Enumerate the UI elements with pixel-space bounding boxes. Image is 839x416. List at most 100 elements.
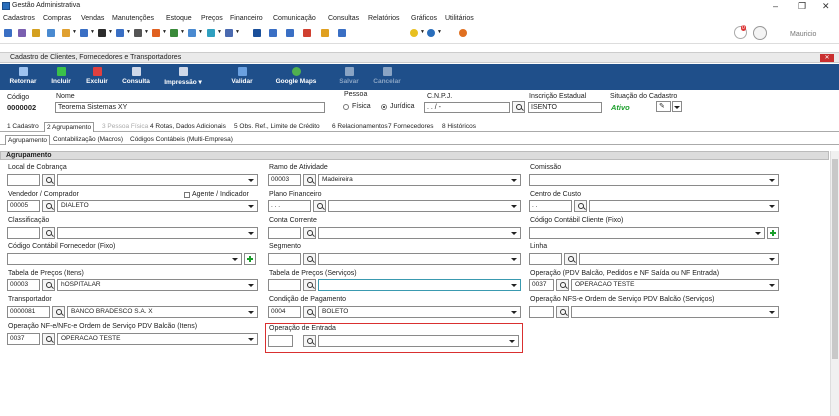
menu-precos[interactable]: Preços — [201, 15, 223, 22]
local-cobranca-code[interactable] — [7, 174, 40, 186]
ramo-atividade-select[interactable]: Madeireira — [318, 174, 521, 186]
operacao-pdv-search-icon[interactable] — [556, 279, 569, 291]
transportador-search-icon[interactable] — [52, 306, 65, 318]
chevron-down-icon[interactable]: ▼ — [162, 29, 167, 35]
local-cobranca-select[interactable] — [57, 174, 258, 186]
help-icon[interactable] — [427, 29, 435, 37]
subtab-codigos-contabeis[interactable]: Códigos Contábeis (Multi-Empresa) — [128, 135, 235, 145]
vendedor-select[interactable]: DIALETO — [57, 200, 258, 212]
tabela-itens-code[interactable]: 00003 — [7, 279, 40, 291]
conta-corrente-code[interactable] — [268, 227, 301, 239]
tabela-servicos-search-icon[interactable] — [303, 279, 316, 291]
chevron-down-icon[interactable]: ▼ — [180, 29, 185, 35]
chevron-down-icon[interactable]: ▼ — [217, 29, 222, 35]
excluir-button[interactable]: Excluir — [82, 67, 112, 89]
menu-relatorios[interactable]: Relatórios — [368, 15, 400, 22]
situacao-dropdown[interactable] — [672, 101, 682, 112]
operacao-nfse-code[interactable] — [529, 306, 554, 318]
cnpj-input[interactable]: . . / - — [424, 102, 510, 113]
transportador-select[interactable]: BANCO BRADESCO S.A. X — [67, 306, 258, 318]
tabela-servicos-select[interactable] — [318, 279, 521, 291]
tab-pessoa-fisica[interactable]: 3 Pessoa Física — [100, 122, 150, 132]
print-icon[interactable] — [134, 29, 142, 37]
ramo-atividade-search-icon[interactable] — [303, 174, 316, 186]
chevron-down-icon[interactable]: ▼ — [72, 29, 77, 35]
minimize-icon[interactable]: – — [773, 1, 778, 11]
star-icon[interactable] — [410, 29, 418, 37]
vendedor-search-icon[interactable] — [42, 200, 55, 212]
consulta-button[interactable]: Consulta — [118, 67, 154, 89]
chevron-down-icon[interactable]: ▼ — [437, 29, 442, 35]
conta-corrente-select[interactable] — [318, 227, 521, 239]
chevron-down-icon[interactable]: ▼ — [235, 29, 240, 35]
chevron-down-icon[interactable]: ▼ — [108, 29, 113, 35]
avatar[interactable] — [753, 26, 767, 40]
window-close-button[interactable]: ✕ — [820, 54, 834, 62]
linha-select[interactable] — [579, 253, 779, 265]
condicao-pagamento-select[interactable]: BOLETO — [318, 306, 521, 318]
subtab-agrupamento[interactable]: Agrupamento — [5, 135, 51, 145]
validar-button[interactable]: Validar — [227, 67, 257, 89]
chat-icon[interactable] — [188, 29, 196, 37]
info-icon[interactable] — [338, 29, 346, 37]
tab-historicos[interactable]: 8 Históricos — [440, 122, 478, 132]
classificacao-select[interactable] — [57, 227, 258, 239]
chevron-down-icon[interactable]: ▼ — [420, 29, 425, 35]
operacao-entrada-search-icon[interactable] — [303, 335, 316, 347]
condicao-pagamento-code[interactable]: 0004 — [268, 306, 301, 318]
menu-financeiro[interactable]: Financeiro — [230, 15, 263, 22]
tag-icon[interactable] — [152, 29, 160, 37]
conta-corrente-search-icon[interactable] — [303, 227, 316, 239]
cod-contabil-cliente-add-icon[interactable] — [767, 227, 779, 239]
truck-icon[interactable] — [98, 29, 106, 37]
agente-checkbox[interactable] — [184, 192, 190, 198]
operacao-nfe-select[interactable]: OPERACAO TESTE — [57, 333, 258, 345]
operacao-pdv-select[interactable]: OPERACAO TESTE — [571, 279, 779, 291]
cnpj-search-icon[interactable] — [512, 101, 525, 113]
user-name[interactable]: Mauricio — [790, 31, 816, 38]
sun-icon[interactable] — [321, 29, 329, 37]
grid-icon[interactable] — [286, 29, 294, 37]
operacao-entrada-select[interactable] — [318, 335, 519, 347]
box-icon[interactable] — [62, 29, 70, 37]
calendar-icon[interactable] — [303, 29, 311, 37]
impressao-button[interactable]: Impressão ▾ — [160, 67, 206, 89]
chevron-down-icon[interactable]: ▼ — [144, 29, 149, 35]
menu-manutencoes[interactable]: Manutenções — [112, 15, 154, 22]
tabela-itens-select[interactable]: hOSPITALAR — [57, 279, 258, 291]
tabela-itens-search-icon[interactable] — [42, 279, 55, 291]
ramo-atividade-code[interactable]: 00003 — [268, 174, 301, 186]
cod-contabil-fornecedor-add-icon[interactable] — [244, 253, 256, 265]
menu-comunicacao[interactable]: Comunicação — [273, 15, 316, 22]
tab-cadastro[interactable]: 1 Cadastro — [5, 122, 41, 132]
tab-obs[interactable]: 5 Obs. Ref., Limite de Crédito — [232, 122, 322, 132]
condicao-pagamento-search-icon[interactable] — [303, 306, 316, 318]
home-icon[interactable] — [4, 29, 12, 37]
classificacao-code[interactable] — [7, 227, 40, 239]
cod-contabil-cliente-select[interactable] — [529, 227, 765, 239]
menu-consultas[interactable]: Consultas — [328, 15, 359, 22]
menu-cadastros[interactable]: Cadastros — [3, 15, 35, 22]
plano-financeiro-search-icon[interactable] — [313, 200, 326, 212]
menu-utilitarios[interactable]: Utilitários — [445, 15, 474, 22]
centro-custo-code[interactable]: . . — [529, 200, 572, 212]
search-doc-icon[interactable] — [225, 29, 233, 37]
ie-input[interactable]: ISENTO — [528, 102, 602, 113]
vertical-scrollbar[interactable] — [830, 151, 839, 416]
centro-custo-select[interactable] — [589, 200, 779, 212]
tab-fornecedores[interactable]: 7 Fornecedores — [386, 122, 436, 132]
operacao-nfse-select[interactable] — [571, 306, 779, 318]
table-icon[interactable] — [269, 29, 277, 37]
chevron-down-icon[interactable]: ▼ — [90, 29, 95, 35]
operacao-nfe-search-icon[interactable] — [42, 333, 55, 345]
menu-estoque[interactable]: Estoque — [166, 15, 192, 22]
situacao-edit-icon[interactable]: ✎ — [656, 101, 671, 112]
chevron-down-icon[interactable]: ▼ — [126, 29, 131, 35]
subtab-contabilizacao[interactable]: Contabilização (Macros) — [51, 135, 125, 145]
tab-agrupamento[interactable]: 2 Agrupamento — [44, 122, 95, 132]
cod-contabil-fornecedor-select[interactable] — [7, 253, 242, 265]
calc-icon[interactable] — [253, 29, 261, 37]
chevron-down-icon[interactable]: ▼ — [198, 29, 203, 35]
linha-search-icon[interactable] — [564, 253, 577, 265]
segmento-select[interactable] — [318, 253, 521, 265]
